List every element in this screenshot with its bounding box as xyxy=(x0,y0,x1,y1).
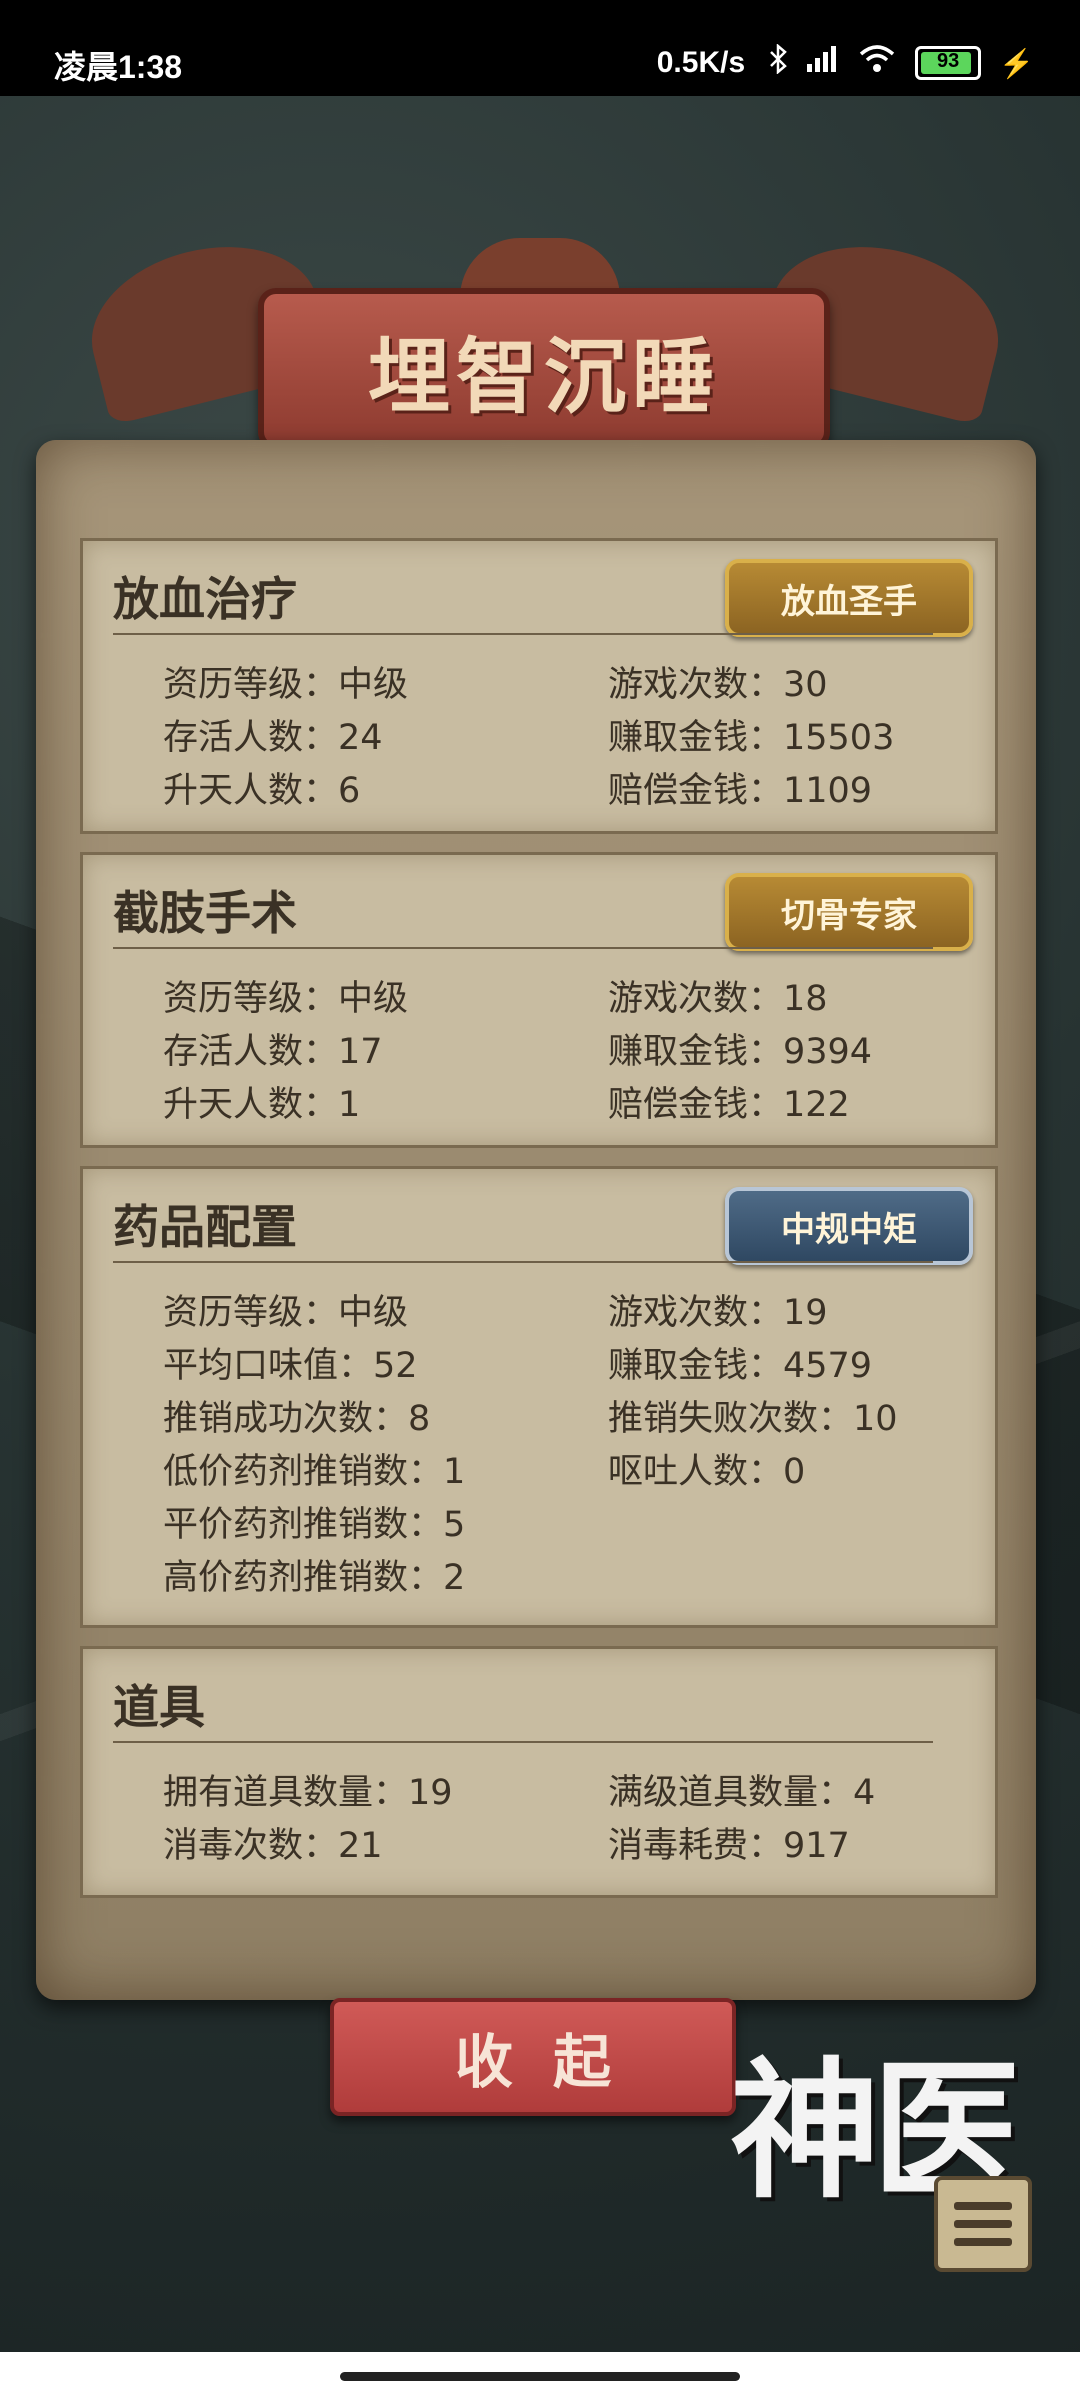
achievement-badge: 放血圣手 xyxy=(725,559,973,637)
achievement-badge: 切骨专家 xyxy=(725,873,973,951)
stat-row: 低价药剂推销数：1 呕吐人数：0 xyxy=(163,1442,963,1495)
section-divider xyxy=(113,947,933,949)
stat-item: 满级道具数量：4 xyxy=(608,1773,876,1813)
page-title: 埋智沉睡 xyxy=(367,328,720,425)
stat-row: 升天人数：1 赔偿金钱：122 xyxy=(163,1075,963,1128)
menu-icon[interactable] xyxy=(934,2176,1032,2272)
stat-row: 平价药剂推销数：5 xyxy=(163,1495,963,1548)
stat-item: 游戏次数：18 xyxy=(608,979,828,1019)
stat-item: 消毒耗费：917 xyxy=(608,1826,850,1866)
stat-row: 存活人数：24 赚取金钱：15503 xyxy=(163,708,963,761)
stat-item: 赚取金钱：9394 xyxy=(608,1032,873,1072)
section-title: 放血治疗 xyxy=(113,572,297,626)
stat-item: 低价药剂推销数：1 xyxy=(163,1452,466,1492)
section-items: 道具 拥有道具数量：19 满级道具数量：4 消毒次数：21 消毒耗费：917 xyxy=(80,1646,998,1898)
stat-row: 平均口味值：52 赚取金钱：4579 xyxy=(163,1336,963,1389)
stat-item: 游戏次数：30 xyxy=(608,665,828,705)
stat-row: 推销成功次数：8 推销失败次数：10 xyxy=(163,1389,963,1442)
section-divider xyxy=(113,1741,933,1743)
stat-item: 推销失败次数：10 xyxy=(608,1399,898,1439)
stat-item: 赚取金钱：4579 xyxy=(608,1346,873,1386)
stat-item: 升天人数：1 xyxy=(163,1085,361,1125)
stats-grid: 资历等级：中级 游戏次数：19 平均口味值：52 赚取金钱：4579 推销成功次… xyxy=(163,1283,963,1601)
achievement-badge: 中规中矩 xyxy=(725,1187,973,1265)
stats-grid: 资历等级：中级 游戏次数：30 存活人数：24 赚取金钱：15503 升天人数：… xyxy=(163,655,963,814)
section-medicine: 药品配置 中规中矩 资历等级：中级 游戏次数：19 平均口味值：52 赚取金钱：… xyxy=(80,1166,998,1628)
stat-item: 赔偿金钱：1109 xyxy=(608,771,873,811)
section-title: 道具 xyxy=(113,1680,205,1734)
stats-parchment: 放血治疗 放血圣手 资历等级：中级 游戏次数：30 存活人数：24 赚取金钱：1… xyxy=(36,440,1036,2000)
charging-icon: ⚡ xyxy=(999,47,1034,79)
stats-grid: 资历等级：中级 游戏次数：18 存活人数：17 赚取金钱：9394 升天人数：1… xyxy=(163,969,963,1128)
wifi-icon xyxy=(857,44,897,82)
section-amputation: 截肢手术 切骨专家 资历等级：中级 游戏次数：18 存活人数：17 赚取金钱：9… xyxy=(80,852,998,1148)
stat-item: 平均口味值：52 xyxy=(163,1346,418,1386)
stat-item: 呕吐人数：0 xyxy=(608,1452,806,1492)
stat-item: 资历等级：中级 xyxy=(163,665,409,705)
stat-row: 存活人数：17 赚取金钱：9394 xyxy=(163,1022,963,1075)
network-speed: 0.5K/s xyxy=(656,46,746,79)
stat-row: 高价药剂推销数：2 xyxy=(163,1548,963,1601)
stat-item: 赚取金钱：15503 xyxy=(608,718,895,758)
collapse-button[interactable]: 收起 xyxy=(330,1998,736,2116)
stat-item: 消毒次数：21 xyxy=(163,1826,383,1866)
stat-row: 资历等级：中级 游戏次数：30 xyxy=(163,655,963,708)
stat-item: 游戏次数：19 xyxy=(608,1293,828,1333)
section-divider xyxy=(113,1261,933,1263)
menu-line xyxy=(954,2220,1012,2228)
stat-item: 推销成功次数：8 xyxy=(163,1399,431,1439)
stat-item: 平价药剂推销数：5 xyxy=(163,1505,466,1545)
signal-icon xyxy=(805,44,839,82)
section-divider xyxy=(113,633,933,635)
section-title: 药品配置 xyxy=(113,1200,297,1254)
stat-item: 赔偿金钱：122 xyxy=(608,1085,850,1125)
home-indicator[interactable] xyxy=(340,2372,740,2381)
stat-row: 消毒次数：21 消毒耗费：917 xyxy=(163,1816,963,1869)
section-title: 截肢手术 xyxy=(113,886,297,940)
stat-item: 高价药剂推销数：2 xyxy=(163,1558,466,1598)
bluetooth-icon xyxy=(769,43,787,82)
status-bar: 凌晨1:38 0.5K/s 93 ⚡ xyxy=(0,0,1080,96)
stat-item: 存活人数：24 xyxy=(163,718,383,758)
stat-row: 升天人数：6 赔偿金钱：1109 xyxy=(163,761,963,814)
menu-line xyxy=(954,2202,1012,2210)
stat-row: 资历等级：中级 游戏次数：19 xyxy=(163,1283,963,1336)
status-icons: 0.5K/s 93 ⚡ xyxy=(656,43,1034,82)
stat-item: 资历等级：中级 xyxy=(163,979,409,1019)
stat-row: 资历等级：中级 游戏次数：18 xyxy=(163,969,963,1022)
section-bloodletting: 放血治疗 放血圣手 资历等级：中级 游戏次数：30 存活人数：24 赚取金钱：1… xyxy=(80,538,998,834)
title-banner: 埋智沉睡 xyxy=(258,288,830,450)
battery-level: 93 xyxy=(937,50,960,72)
stat-item: 拥有道具数量：19 xyxy=(163,1773,453,1813)
menu-line xyxy=(954,2238,1012,2246)
stats-grid: 拥有道具数量：19 满级道具数量：4 消毒次数：21 消毒耗费：917 xyxy=(163,1763,963,1869)
status-time: 凌晨1:38 xyxy=(54,49,183,85)
stat-item: 升天人数：6 xyxy=(163,771,361,811)
stat-row: 拥有道具数量：19 满级道具数量：4 xyxy=(163,1763,963,1816)
stat-item: 存活人数：17 xyxy=(163,1032,383,1072)
stat-item: 资历等级：中级 xyxy=(163,1293,409,1333)
battery-icon: 93 xyxy=(915,46,982,80)
